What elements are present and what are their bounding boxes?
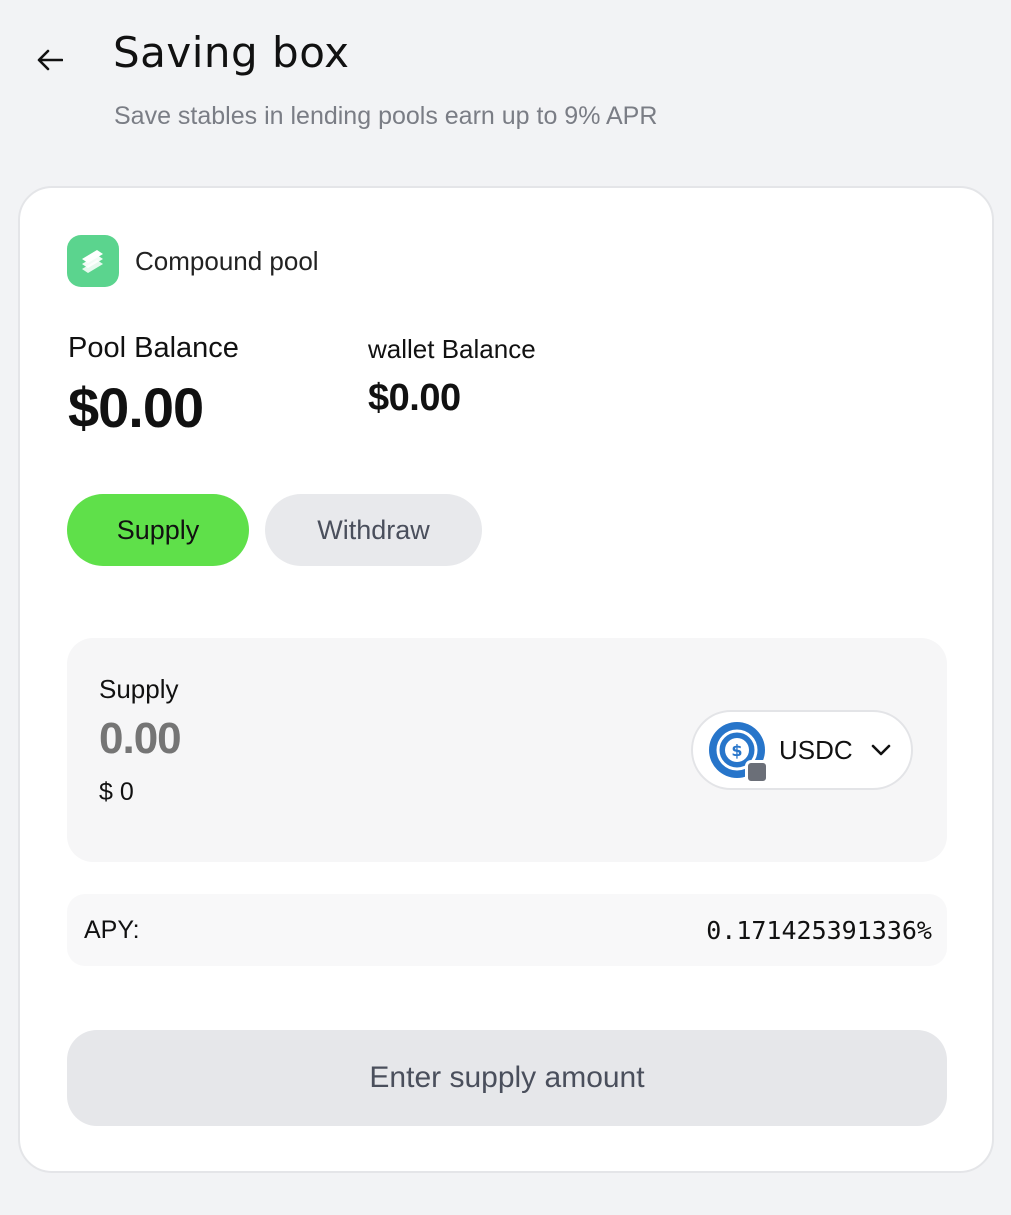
- supply-usd-value: $ 0: [99, 778, 134, 806]
- pool-balance-value: $0.00: [68, 376, 204, 439]
- compound-logo-icon: [67, 235, 119, 287]
- wallet-balance-value: $0.00: [368, 377, 461, 419]
- apy-value: 0.171425391336%: [706, 916, 932, 945]
- page-title: Saving box: [113, 28, 350, 77]
- pool-header: Compound pool: [67, 235, 319, 287]
- back-button[interactable]: [30, 40, 70, 80]
- supply-amount-input[interactable]: [99, 714, 399, 764]
- chevron-down-icon: [871, 744, 891, 756]
- token-symbol: USDC: [779, 734, 853, 765]
- tab-withdraw[interactable]: Withdraw: [265, 494, 482, 566]
- wallet-balance: wallet Balance $0.00: [368, 334, 536, 420]
- tab-supply[interactable]: Supply: [67, 494, 249, 566]
- page-subtitle: Save stables in lending pools earn up to…: [114, 102, 658, 130]
- apy-row: APY: 0.171425391336%: [67, 894, 947, 966]
- supply-panel: Supply $ 0 $ USDC: [67, 638, 947, 862]
- arrow-left-icon: [37, 49, 63, 71]
- enter-supply-amount-button[interactable]: Enter supply amount: [67, 1030, 947, 1126]
- supply-label: Supply: [99, 674, 179, 704]
- svg-text:$: $: [731, 741, 742, 760]
- chain-badge-icon: [745, 760, 769, 784]
- wallet-balance-label: wallet Balance: [368, 334, 536, 364]
- token-icon-wrap: $: [709, 722, 769, 784]
- saving-card: Compound pool Pool Balance $0.00 wallet …: [18, 186, 994, 1173]
- pool-name: Compound pool: [135, 245, 319, 276]
- apy-label: APY:: [84, 916, 140, 944]
- token-selector[interactable]: $ USDC: [691, 710, 913, 790]
- pool-balance-label: Pool Balance: [68, 332, 239, 364]
- pool-balance: Pool Balance $0.00: [68, 332, 239, 440]
